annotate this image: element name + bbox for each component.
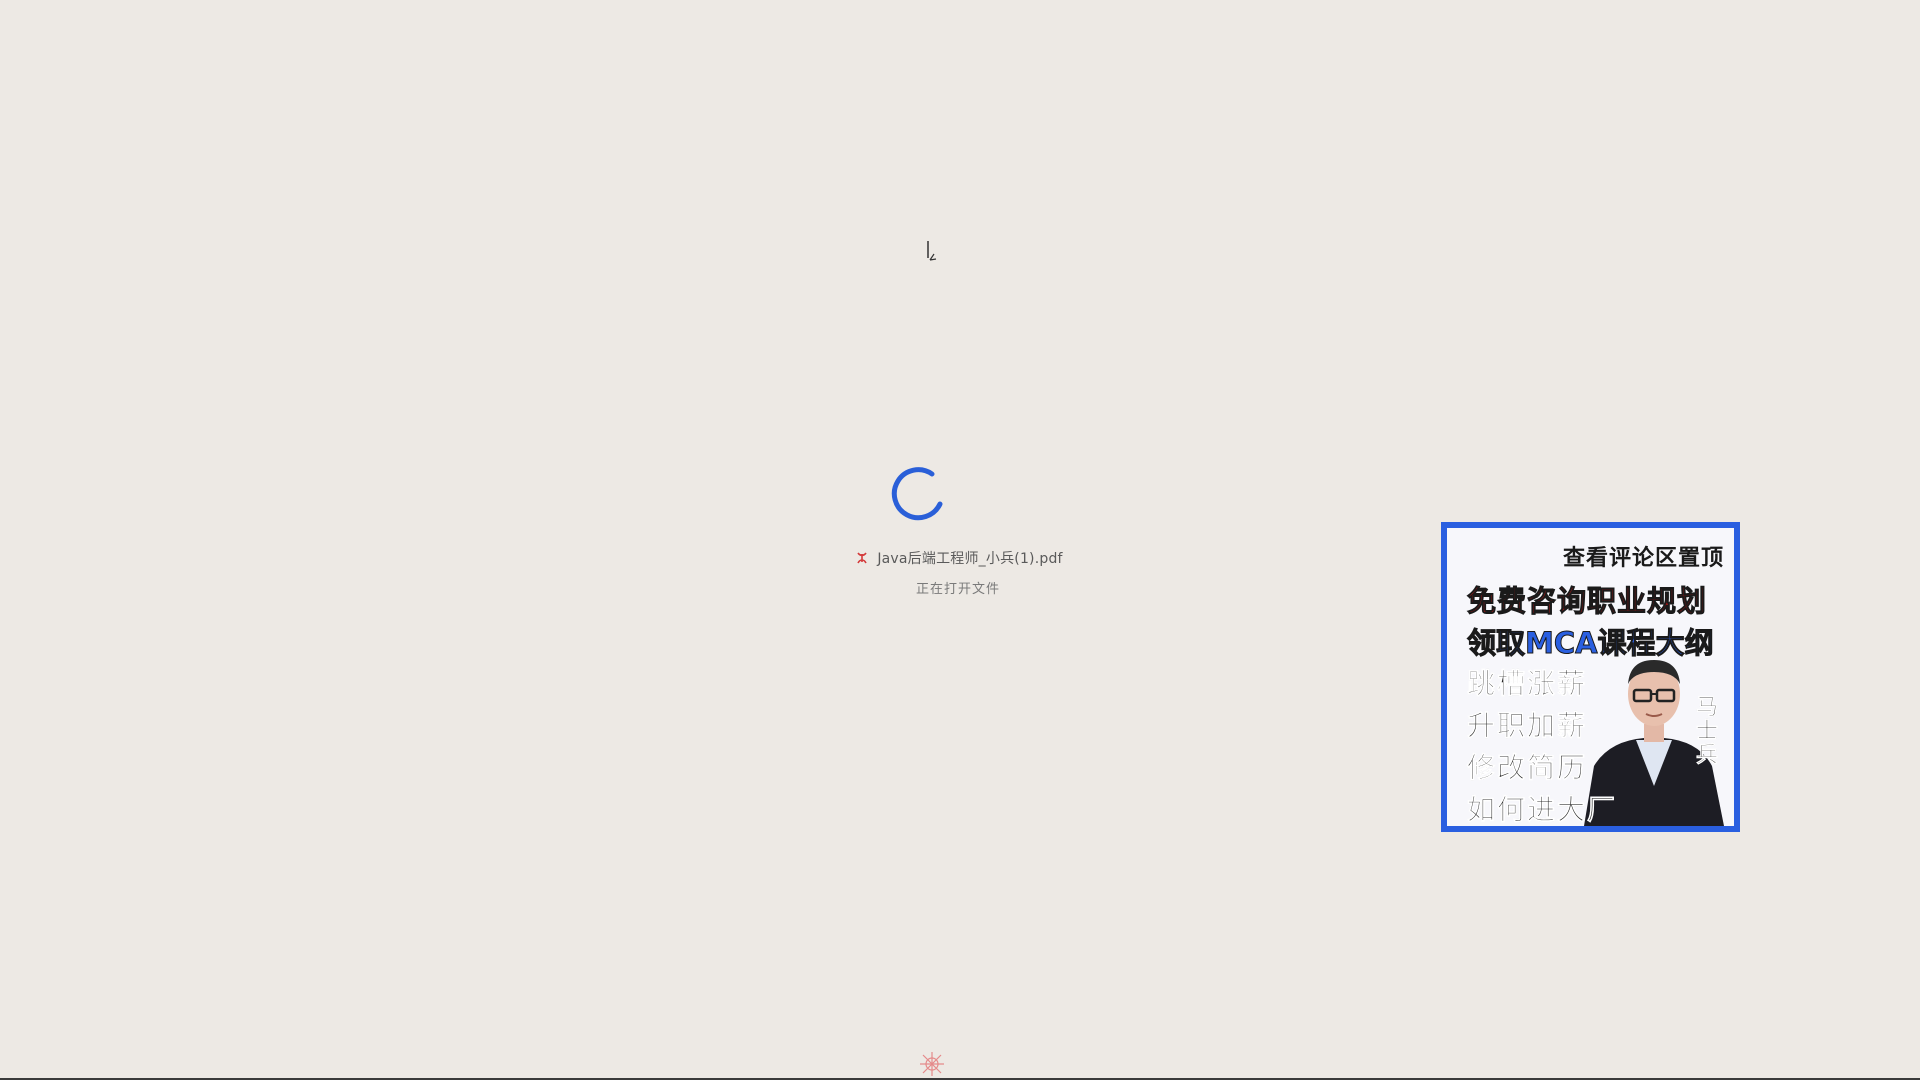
- file-name: Java后端工程师_小兵(1).pdf: [877, 551, 1063, 567]
- promo-banner-content: 查看评论区置顶 免费咨询职业规划 领取MCA课程大纲 跳槽涨薪 升职加薪 修改简…: [1447, 528, 1734, 826]
- promo-item-1: 跳槽涨薪: [1467, 667, 1588, 701]
- promo-item-3: 修改简历: [1467, 751, 1588, 785]
- promo-item-2: 升职加薪: [1467, 709, 1588, 743]
- pdf-viewer-loading-screen: Java后端工程师_小兵(1).pdf 正在打开文件 查看评论区置顶 免费咨询职…: [0, 0, 1920, 1080]
- promo-item-4: 如何进大厂: [1467, 793, 1618, 826]
- promo-headline-top: 查看评论区置顶: [1562, 546, 1724, 571]
- promo-headline-red: 免费咨询职业规划: [1466, 584, 1708, 619]
- text-cursor-icon: [927, 241, 937, 261]
- pdf-file-icon: [857, 552, 868, 564]
- promo-banner[interactable]: 查看评论区置顶 免费咨询职业规划 领取MCA课程大纲 跳槽涨薪 升职加薪 修改简…: [1441, 522, 1740, 832]
- loading-spinner-icon: [891, 467, 943, 521]
- presenter-name: 马士兵: [1695, 695, 1719, 768]
- watermark-emblem-icon: [920, 1052, 944, 1076]
